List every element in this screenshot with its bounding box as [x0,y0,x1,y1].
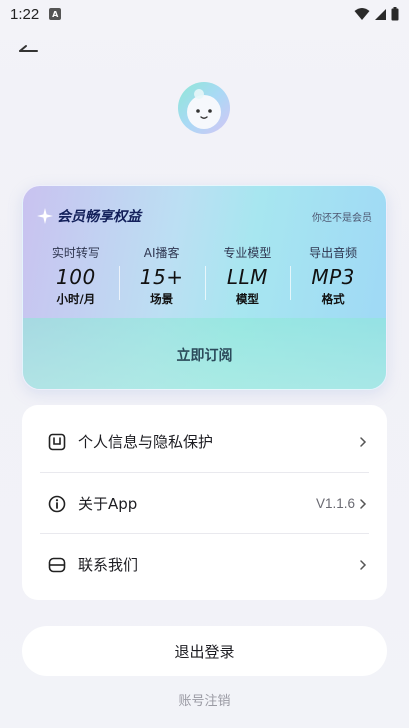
back-arrow-icon [19,45,38,52]
vip-title: 会员畅享权益 [57,209,141,225]
benefit-label: AI播客 [143,246,180,260]
benefits-row: 实时转写 100 小时/月 AI播客 15+ 场景 专业模型 LLM 模型 导出… [33,244,376,314]
battery-icon [391,7,399,21]
subscribe-button[interactable]: 立即订阅 [23,338,386,372]
menu-item-trailing: V1.1.6 [316,496,367,511]
status-time: 1:22 [10,5,40,23]
cancel-account-link[interactable]: 账号注销 [0,690,409,709]
benefit-label: 导出音频 [309,246,358,260]
benefit-value: LLM [226,265,268,289]
benefit-item: 专业模型 LLM 模型 [204,244,291,314]
menu-item-privacy[interactable]: 个人信息与隐私保护 [22,411,387,472]
vip-status: 你还不是会员 [312,212,372,224]
vip-benefits-card[interactable]: 会员畅享权益 你还不是会员 实时转写 100 小时/月 AI播客 15+ 场景 … [22,185,387,390]
benefit-value: 15+ [139,265,184,289]
privacy-icon [48,433,66,450]
back-button[interactable] [16,38,42,60]
app-version: V1.1.6 [315,496,355,511]
benefit-unit: 模型 [235,292,259,306]
benefit-value: 100 [56,265,96,289]
menu-item-trailing [359,436,367,448]
benefit-item: 实时转写 100 小时/月 [33,244,119,314]
avatar-mascot-icon [178,82,230,134]
vip-header: 会员畅享权益 你还不是会员 [37,204,372,228]
menu-item-label: 关于App [78,495,138,513]
chevron-right-icon [360,436,367,447]
status-bar: 1:22 A [0,0,409,28]
menu-item-trailing [359,559,367,571]
benefit-label: 专业模型 [223,246,272,260]
settings-menu: 个人信息与隐私保护 关于App V1.1.6 联系我们 [22,405,387,600]
avatar[interactable] [176,80,232,136]
benefit-item: AI播客 15+ 场景 [118,244,205,314]
menu-item-about[interactable]: 关于App V1.1.6 [22,473,387,534]
benefit-item: 导出音频 MP3 格式 [290,244,376,314]
menu-item-label: 联系我们 [78,556,139,574]
logout-button[interactable]: 退出登录 [22,626,387,676]
contact-icon [48,557,66,572]
benefit-value: MP3 [311,265,355,289]
benefit-unit: 小时/月 [56,292,96,306]
notification-badge-icon: A [49,8,62,20]
menu-item-contact[interactable]: 联系我们 [22,534,387,595]
info-icon [48,495,66,512]
wifi-icon [354,8,370,20]
chevron-right-icon [360,559,367,570]
benefit-unit: 场景 [150,292,174,306]
chevron-right-icon [360,498,367,509]
signal-icon [375,8,386,20]
menu-item-label: 个人信息与隐私保护 [78,433,214,451]
status-icons [354,7,399,21]
benefit-unit: 格式 [321,292,345,306]
benefit-label: 实时转写 [51,246,100,260]
sparkle-icon [37,208,53,224]
